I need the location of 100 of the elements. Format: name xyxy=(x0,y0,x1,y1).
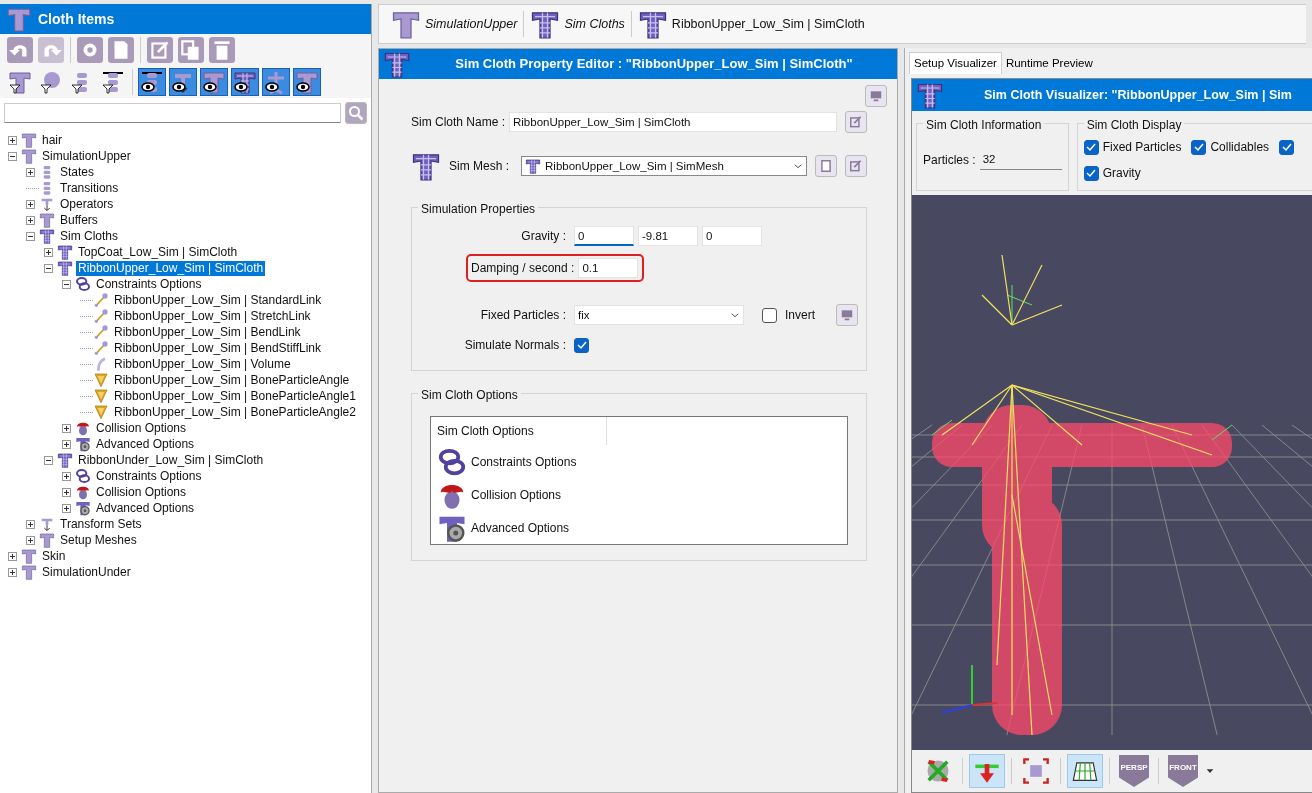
tree-item[interactable]: TopCoat_Low_Sim | SimCloth xyxy=(76,244,240,260)
breadcrumb-link[interactable]: RibbonUpper_Low_Sim | SimCloth xyxy=(633,9,869,39)
chain-icon xyxy=(75,468,91,484)
delete-icon xyxy=(209,37,235,63)
shirt-filter-icon xyxy=(8,70,32,94)
shirt-eye-icon xyxy=(202,70,226,94)
name-field[interactable]: RibbonUpper_Low_Sim | SimCloth xyxy=(509,112,837,132)
tree-item[interactable]: Skin xyxy=(40,548,68,564)
display-checkbox[interactable] xyxy=(1083,139,1099,155)
expand-toggle[interactable] xyxy=(8,567,17,577)
view-button[interactable]: FRONT xyxy=(1165,754,1201,788)
tree-item[interactable]: Constraints Options xyxy=(94,276,204,292)
tree-item[interactable]: Transitions xyxy=(58,180,121,196)
expand-toggle[interactable] xyxy=(62,279,71,289)
list-item[interactable]: Advanced Options xyxy=(471,518,570,537)
gravity-field[interactable]: -9.81 xyxy=(638,226,698,246)
new-button[interactable] xyxy=(815,155,837,177)
mesh-dropdown[interactable]: RibbonUpper_Low_Sim | SimMesh xyxy=(521,156,807,176)
tree-item[interactable]: RibbonUpper_Low_Sim | BendStiffLink xyxy=(112,340,324,356)
tree-item[interactable]: States xyxy=(58,164,97,180)
tab[interactable]: Setup Visualizer xyxy=(909,51,1002,74)
tree-item[interactable]: Constraints Options xyxy=(94,468,204,484)
expand-toggle[interactable] xyxy=(8,151,17,161)
edit-button[interactable] xyxy=(845,111,867,133)
edit-button[interactable] xyxy=(845,155,867,177)
tree-item[interactable]: Advanced Options xyxy=(94,500,197,516)
tree-item[interactable]: Collision Options xyxy=(94,420,189,436)
expand-toggle[interactable] xyxy=(26,519,35,529)
shirt-icon xyxy=(6,6,32,32)
field-label: Simulate Normals : xyxy=(463,337,567,354)
display-button[interactable] xyxy=(836,304,858,326)
expand-toggle[interactable] xyxy=(26,231,35,241)
tree-item[interactable]: RibbonUpper_Low_Sim | BendLink xyxy=(112,324,303,340)
tree-item[interactable]: RibbonUpper_Low_Sim | BoneParticleAngle1 xyxy=(112,388,358,404)
damping-field[interactable]: 0.1 xyxy=(578,258,639,278)
expand-toggle[interactable] xyxy=(62,423,71,433)
checkbox-label: Gravity xyxy=(1102,165,1141,182)
tree-item[interactable]: Sim Cloths xyxy=(58,228,120,244)
normals-checkbox[interactable] xyxy=(574,337,589,353)
tree-item[interactable]: Advanced Options xyxy=(94,436,197,452)
link-icon xyxy=(93,292,109,308)
tree-item[interactable]: Setup Meshes xyxy=(58,532,139,548)
display-checkbox[interactable] xyxy=(1279,139,1295,155)
undo-icon xyxy=(7,37,33,63)
tree-item[interactable]: RibbonUpper_Low_Sim | StretchLink xyxy=(112,308,313,324)
filter-toggle[interactable] xyxy=(169,68,197,96)
filter-toggle[interactable] xyxy=(200,68,228,96)
expand-toggle[interactable] xyxy=(44,247,53,257)
display-button[interactable] xyxy=(865,85,887,107)
breadcrumb-link[interactable]: Sim Cloths xyxy=(526,9,629,39)
panel-title: Cloth Items xyxy=(38,9,115,29)
node-icon xyxy=(39,516,55,532)
tree-item[interactable]: Buffers xyxy=(58,212,100,228)
gravity-field[interactable]: 0 xyxy=(574,226,634,246)
search-field[interactable] xyxy=(4,103,341,123)
tree-item[interactable]: SimulationUnder xyxy=(40,564,133,580)
view-button[interactable]: PERSP xyxy=(1116,754,1152,788)
expand-toggle[interactable] xyxy=(62,487,71,497)
filter-toggle[interactable] xyxy=(231,68,259,96)
invert-checkbox[interactable] xyxy=(762,307,777,323)
undo-button[interactable] xyxy=(6,36,34,64)
expand-toggle[interactable] xyxy=(26,167,35,177)
viewport-tool-button[interactable] xyxy=(1067,754,1103,788)
filter-toggle[interactable] xyxy=(293,68,321,96)
expand-toggle[interactable] xyxy=(62,439,71,449)
checkbox-label: Invert xyxy=(785,307,815,324)
tree-item[interactable]: RibbonUpper_Low_Sim | BoneParticleAngle2 xyxy=(112,404,358,420)
column-header: Sim Cloth Options xyxy=(437,424,534,438)
tree-item[interactable]: RibbonUpper_Low_Sim | StandardLink xyxy=(112,292,324,308)
tree-item[interactable]: RibbonUpper_Low_Sim | Volume xyxy=(112,356,293,372)
expand-toggle[interactable] xyxy=(26,535,35,545)
expand-toggle[interactable] xyxy=(44,455,53,465)
display-checkbox[interactable] xyxy=(1191,139,1207,155)
tree-item[interactable]: RibbonUpper_Low_Sim | BoneParticleAngle xyxy=(112,372,352,388)
tree-item[interactable]: RibbonUpper_Low_Sim | SimCloth xyxy=(76,260,266,276)
tree-item[interactable]: Operators xyxy=(58,196,116,212)
tree-item[interactable]: hair xyxy=(40,132,64,148)
tree-item[interactable]: Transform Sets xyxy=(58,516,144,532)
expand-toggle[interactable] xyxy=(62,503,71,513)
filter-toggle[interactable] xyxy=(262,68,290,96)
list-item[interactable]: Constraints Options xyxy=(471,452,577,471)
tree-item[interactable]: Collision Options xyxy=(94,484,189,500)
editor-title: Sim Cloth Property Editor : "RibbonUpper_Low_Sim | SimCloth" xyxy=(454,55,854,74)
display-checkbox[interactable] xyxy=(1083,165,1099,181)
expand-toggle[interactable] xyxy=(26,199,35,209)
expand-toggle[interactable] xyxy=(26,215,35,225)
breadcrumb-link[interactable]: SimulationUpper xyxy=(387,9,522,39)
transition-filter-icon xyxy=(101,70,125,94)
list-item[interactable]: Collision Options xyxy=(471,485,562,504)
frame-cube-icon xyxy=(1022,757,1050,785)
shirt-icon xyxy=(21,132,37,148)
gravity-field[interactable]: 0 xyxy=(702,226,762,246)
expand-toggle[interactable] xyxy=(44,263,53,273)
fixed-particles-dropdown[interactable]: fix xyxy=(574,305,744,325)
tree-item[interactable]: RibbonUnder_Low_Sim | SimCloth xyxy=(76,452,266,468)
tree-item[interactable]: SimulationUpper xyxy=(40,148,133,164)
filter-toggle[interactable] xyxy=(138,68,166,96)
expand-toggle[interactable] xyxy=(8,551,17,561)
expand-toggle[interactable] xyxy=(8,135,17,145)
expand-toggle[interactable] xyxy=(62,471,71,481)
